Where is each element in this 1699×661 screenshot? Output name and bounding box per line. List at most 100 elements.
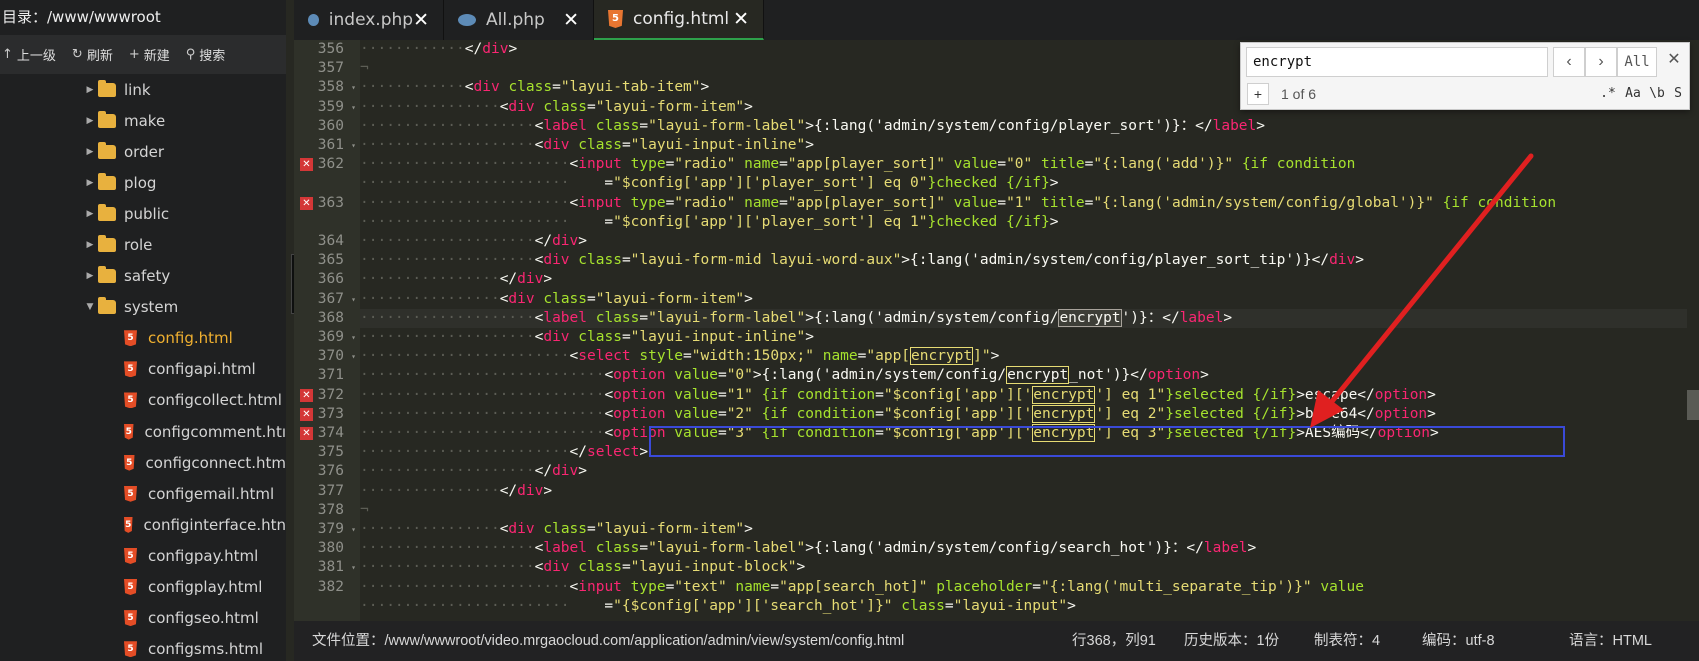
code-line[interactable]: ················<div class="layui-form-i… — [360, 290, 1699, 309]
tree-folder[interactable]: ▶ plog — [0, 167, 286, 198]
fold-arrow-icon[interactable]: ▾ — [351, 558, 356, 577]
code-line[interactable]: ························<input type="tex… — [360, 578, 1699, 597]
code-line[interactable]: ····················<label class="layui-… — [360, 308, 1699, 328]
tree-file[interactable]: 5 configconnect.htm — [0, 447, 286, 478]
fold-arrow-icon[interactable]: ▾ — [351, 290, 356, 309]
code-line[interactable]: ····················<div class="layui-in… — [360, 136, 1699, 155]
find-option-2[interactable]: \b — [1646, 83, 1668, 105]
tree-file[interactable]: 5 configcollect.html — [0, 385, 286, 416]
find-panel: ‹ › All ✕ + 1 of 6 .*Aa\bS — [1240, 42, 1690, 110]
code-line[interactable]: ························ ="{$config['app… — [360, 597, 1699, 616]
caret-right-icon[interactable]: ▶ — [82, 147, 98, 157]
tree-file[interactable]: 5 config.html — [0, 323, 286, 354]
tree-folder[interactable]: ▶ link — [0, 74, 286, 105]
code-line[interactable]: ····················</div> — [360, 232, 1699, 251]
close-tab-icon[interactable]: ✕ — [413, 9, 429, 31]
tree-folder[interactable]: ▶ make — [0, 105, 286, 136]
code-line[interactable]: ················</div> — [360, 482, 1699, 501]
tree-file[interactable]: 5 configpay.html — [0, 540, 286, 571]
close-tab-icon[interactable]: ✕ — [563, 9, 579, 31]
code-line[interactable]: ················<div class="layui-form-i… — [360, 520, 1699, 539]
tree-folder[interactable]: ▼ system — [0, 292, 286, 323]
tree-folder[interactable]: ▶ order — [0, 136, 286, 167]
code-line[interactable]: ····························<option valu… — [360, 424, 1699, 443]
language-mode[interactable]: 语言：HTML — [1569, 621, 1652, 661]
vertical-scrollbar[interactable] — [1687, 40, 1699, 621]
toolbar-button-1[interactable]: ↻ 刷新 — [64, 45, 121, 64]
encoding[interactable]: 编码：utf-8 — [1422, 621, 1495, 661]
code-line[interactable]: ····························<option valu… — [360, 404, 1699, 424]
caret-right-icon[interactable]: ▶ — [82, 178, 98, 188]
code-line[interactable]: ················</div> — [360, 270, 1699, 289]
cursor-position[interactable]: 行368，列91 — [1072, 621, 1156, 661]
find-next-button[interactable]: › — [1585, 47, 1617, 77]
caret-right-icon[interactable]: ▶ — [82, 240, 98, 250]
toolbar-button-2[interactable]: + 新建 — [121, 45, 178, 64]
tree-file[interactable]: 5 configinterface.htn — [0, 509, 286, 540]
code-line[interactable]: ····················</div> — [360, 462, 1699, 481]
tree-file[interactable]: 5 configseo.html — [0, 603, 286, 634]
code-line[interactable]: ························<input type="rad… — [360, 194, 1699, 213]
toolbar-button-3[interactable]: ⚲ 搜索 — [178, 45, 234, 64]
code-line[interactable]: ····················<div class="layui-in… — [360, 558, 1699, 577]
html5-icon: 5 — [124, 485, 137, 502]
find-option-1[interactable]: Aa — [1621, 83, 1645, 105]
tab-size[interactable]: 制表符：4 — [1314, 621, 1380, 661]
code-line[interactable]: ····················<label class="layui-… — [360, 117, 1699, 136]
code-line[interactable]: ························</select> — [360, 443, 1699, 462]
tree-folder[interactable]: ▶ safety — [0, 261, 286, 292]
fold-arrow-icon[interactable]: ▾ — [351, 347, 356, 366]
close-tab-icon[interactable]: ✕ — [733, 8, 749, 30]
code-line[interactable]: ····························<option valu… — [360, 366, 1699, 385]
tree-file[interactable]: 5 configemail.html — [0, 478, 286, 509]
tab-1[interactable]: All.php ✕ — [444, 0, 594, 40]
error-marker-icon[interactable]: ✕ — [300, 388, 313, 402]
code-line[interactable]: ························ ="$config['app'… — [360, 213, 1699, 232]
caret-down-icon[interactable]: ▼ — [82, 302, 98, 312]
code-line[interactable]: ····················<div class="layui-fo… — [360, 251, 1699, 270]
error-marker-icon[interactable]: ✕ — [300, 196, 313, 210]
fold-arrow-icon[interactable]: ▾ — [351, 98, 356, 117]
code-line[interactable]: ························<select style="w… — [360, 347, 1699, 366]
tree-file[interactable]: 5 configapi.html — [0, 354, 286, 385]
error-marker-icon[interactable]: ✕ — [300, 427, 313, 440]
fold-arrow-icon[interactable]: ▾ — [351, 78, 356, 97]
find-option-3[interactable]: S — [1669, 83, 1687, 105]
code-line[interactable]: ························ ="$config['app'… — [360, 174, 1699, 193]
fold-arrow-icon[interactable]: ▾ — [351, 520, 356, 539]
error-marker-icon[interactable]: ✕ — [300, 158, 313, 172]
toggle-replace-button[interactable]: + — [1247, 83, 1269, 105]
tree-file[interactable]: 5 configsms.html — [0, 634, 286, 661]
find-input[interactable] — [1246, 47, 1548, 77]
gutter-line: 372 ✕ — [294, 386, 360, 405]
caret-right-icon[interactable]: ▶ — [82, 271, 98, 281]
tree-folder[interactable]: ▶ public — [0, 198, 286, 229]
toolbar-button-0[interactable]: ↑ 上一级 — [0, 45, 64, 64]
tree-folder[interactable]: ▶ role — [0, 229, 286, 260]
find-option-0[interactable]: .* — [1596, 83, 1620, 105]
fold-arrow-icon[interactable]: ▾ — [351, 136, 356, 155]
code-area[interactable]: ············</div> ¬ ············<div clas… — [360, 40, 1699, 621]
close-find-button[interactable]: ✕ — [1663, 49, 1685, 71]
code-line[interactable]: ····················<label class="layui-… — [360, 539, 1699, 558]
tab-0[interactable]: index.php ✕ — [294, 0, 444, 40]
tree-file[interactable]: 5 configplay.html — [0, 572, 286, 603]
code-line[interactable]: ························<input type="rad… — [360, 155, 1699, 174]
toolbar-label: 新建 — [143, 49, 170, 64]
scrollbar-thumb[interactable] — [1687, 390, 1699, 420]
find-all-button[interactable]: All — [1617, 47, 1657, 77]
caret-right-icon[interactable]: ▶ — [82, 116, 98, 126]
caret-right-icon[interactable]: ▶ — [82, 209, 98, 219]
tree-file[interactable]: 5 configcomment.htı — [0, 416, 286, 447]
tab-2[interactable]: 5 config.html ✕ — [594, 0, 764, 40]
code-editor[interactable]: 356 357 358 ▾ 359 ▾ 360 361 ▾ 362 ✕ 363 ✕ 364 365 366 36… — [294, 40, 1699, 621]
fold-arrow-icon[interactable]: ▾ — [351, 328, 356, 347]
find-prev-button[interactable]: ‹ — [1553, 47, 1585, 77]
error-marker-icon[interactable]: ✕ — [300, 407, 313, 421]
code-line[interactable]: ¬ — [360, 501, 1699, 520]
caret-right-icon[interactable]: ▶ — [82, 85, 98, 95]
gutter-line: 374 ✕ — [294, 424, 360, 443]
history-versions[interactable]: 历史版本：1份 — [1184, 621, 1279, 661]
code-line[interactable]: ····························<option valu… — [360, 385, 1699, 405]
code-line[interactable]: ····················<div class="layui-in… — [360, 328, 1699, 347]
